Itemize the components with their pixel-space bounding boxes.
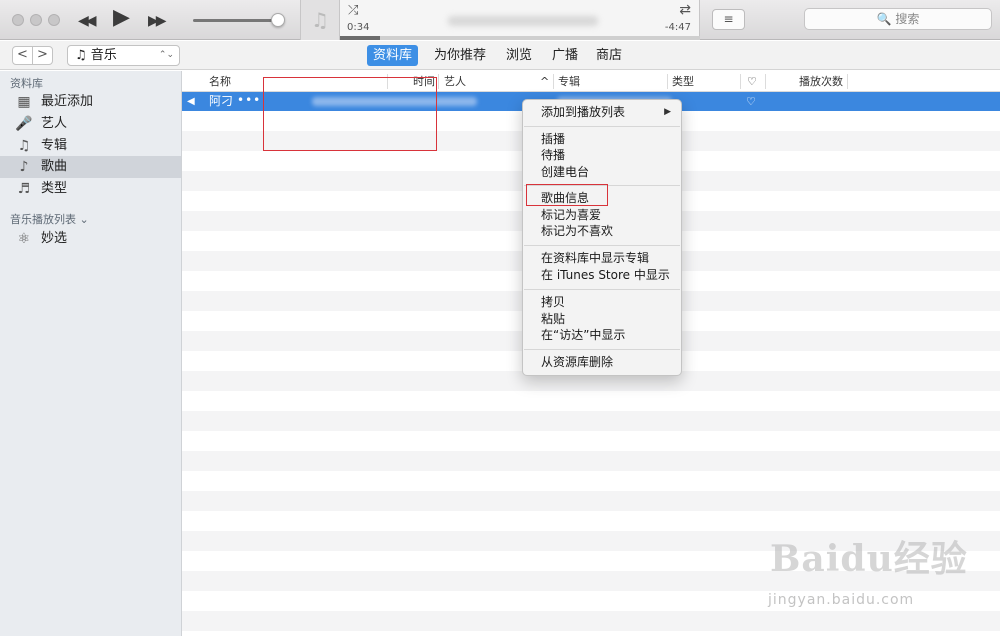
genre-icon: ♬ [17,181,31,197]
speaker-icon: ◀ [187,96,195,107]
window-minimize-button[interactable] [30,14,42,26]
baidu-watermark-url: jingyan.baidu.com [768,592,915,608]
chevron-left-icon: < [17,47,28,62]
album-icon: ♫ [17,138,31,154]
updown-arrows-icon: ⌃⌄ [158,50,174,60]
sidebar-item-genius[interactable]: ⚛ 妙选 [0,228,181,250]
sidebar-item-label: 艺人 [41,116,68,131]
menu-separator [524,126,680,127]
column-divider [667,74,668,89]
chevron-right-icon: > [37,47,48,62]
elapsed-time: 0:34 [347,22,370,33]
sidebar-item-label: 专辑 [41,138,68,153]
navigation-bar: < > ♫ 音乐 ⌃⌄ 资料库 为你推荐 浏览 广播 商店 [0,41,1000,70]
column-header-plays[interactable]: 播放次数 [799,71,843,92]
forward-button[interactable]: > [32,46,53,65]
menu-item-add-to-playlist[interactable]: 添加到播放列表 ▶ [523,104,681,121]
player-toolbar: ◀◀ ▶ ▶▶ ♫ ⤮ ⇄ 0:34 -4:47 ≡ 🔍 搜索 [0,0,1000,40]
grid-icon: ▦ [17,94,31,110]
playback-progress-bar[interactable] [340,36,700,40]
menu-item-play-later[interactable]: 待播 [523,147,681,164]
column-header-genre[interactable]: 类型 [672,71,694,92]
column-header-name[interactable]: 名称 [209,71,231,92]
context-menu: 添加到播放列表 ▶ 插播 待播 创建电台 歌曲信息 标记为喜爱 标记为不喜欢 在… [522,99,682,376]
column-divider [740,74,741,89]
sidebar-item-albums[interactable]: ♫ 专辑 [0,135,181,157]
window-zoom-button[interactable] [48,14,60,26]
column-divider [438,74,439,89]
highlight-annotation-box [263,77,437,151]
column-header-album[interactable]: 专辑 [558,71,580,92]
playback-progress-fill [340,36,380,40]
album-art-placeholder: ♫ [300,0,340,40]
search-placeholder: 🔍 搜索 [876,12,920,26]
media-kind-label: ♫ 音乐 [75,48,117,63]
column-divider [553,74,554,89]
tab-library[interactable]: 资料库 [367,45,419,66]
play-button[interactable]: ▶ [113,6,130,30]
menu-item-show-in-finder[interactable]: 在“访达”中显示 [523,327,681,344]
sidebar-item-label: 妙选 [41,231,68,246]
column-divider [847,74,848,89]
library-section-header: 资料库 [10,77,43,90]
tab-for-you[interactable]: 为你推荐 [428,45,492,66]
column-header-artist[interactable]: 艺人 [444,71,466,92]
playlists-section-header[interactable]: 音乐播放列表 ⌄ [10,211,89,227]
microphone-icon: 🎤 [15,116,33,132]
tab-store[interactable]: 商店 [590,45,628,66]
more-options-icon[interactable]: ••• [237,92,261,109]
sidebar-item-label: 类型 [41,181,68,196]
song-name: 阿刁 [209,94,234,108]
next-track-button[interactable]: ▶▶ [148,9,166,33]
sidebar-item-recently-added[interactable]: ▦ 最近添加 [0,91,181,113]
menu-item-paste[interactable]: 粘贴 [523,311,681,328]
heart-icon[interactable]: ♡ [746,92,756,111]
sidebar-item-label: 歌曲 [41,159,68,174]
menu-item-create-station[interactable]: 创建电台 [523,164,681,181]
atom-icon: ⚛ [17,231,31,247]
baidu-watermark-logo: Baidu经验 [770,538,968,580]
sidebar-item-artists[interactable]: 🎤 艺人 [0,113,181,135]
submenu-arrow-icon: ▶ [664,107,671,117]
now-playing-display: ⤮ ⇄ 0:34 -4:47 [340,0,700,40]
shuffle-icon[interactable]: ⤮ [348,3,358,18]
search-input[interactable]: 🔍 搜索 [804,8,992,30]
sidebar-item-songs[interactable]: ♪ 歌曲 [0,156,181,178]
song-title-blurred [448,16,598,26]
window-close-button[interactable] [12,14,24,26]
up-next-list-button[interactable]: ≡ [712,9,745,30]
repeat-icon[interactable]: ⇄ [679,2,691,18]
menu-item-show-album-in-library[interactable]: 在资料库中显示专辑 [523,250,681,267]
menu-separator [524,349,680,350]
tab-radio[interactable]: 广播 [546,45,584,66]
highlight-annotation-box [526,184,608,206]
menu-separator [524,245,680,246]
music-note-icon: ♫ [311,8,329,32]
sort-ascending-icon: ^ [540,75,550,88]
menu-item-love[interactable]: 标记为喜爱 [523,207,681,224]
sidebar-item-genres[interactable]: ♬ 类型 [0,178,181,200]
menu-item-dislike[interactable]: 标记为不喜欢 [523,223,681,240]
sidebar: 资料库 ▦ 最近添加 🎤 艺人 ♫ 专辑 ♪ 歌曲 ♬ 类型 音乐播放列表 ⌄ … [0,71,182,636]
menu-item-play-next[interactable]: 插播 [523,131,681,148]
menu-item-delete-from-library[interactable]: 从资源库删除 [523,354,681,371]
remaining-time: -4:47 [664,22,691,33]
column-divider [765,74,766,89]
previous-track-button[interactable]: ◀◀ [78,9,96,33]
menu-item-label: 添加到播放列表 [541,105,626,119]
back-button[interactable]: < [12,46,33,65]
volume-slider[interactable] [193,19,279,22]
column-header-love[interactable]: ♡ [747,71,757,92]
tab-browse[interactable]: 浏览 [500,45,538,66]
menu-item-copy[interactable]: 拷贝 [523,294,681,311]
menu-item-show-in-itunes-store[interactable]: 在 iTunes Store 中显示 [523,267,681,284]
menu-separator [524,289,680,290]
list-icon: ≡ [723,12,734,26]
sidebar-item-label: 最近添加 [41,94,94,109]
volume-slider-knob[interactable] [271,13,285,27]
media-kind-selector[interactable]: ♫ 音乐 ⌃⌄ [67,45,180,66]
music-note-icon: ♪ [19,159,29,175]
